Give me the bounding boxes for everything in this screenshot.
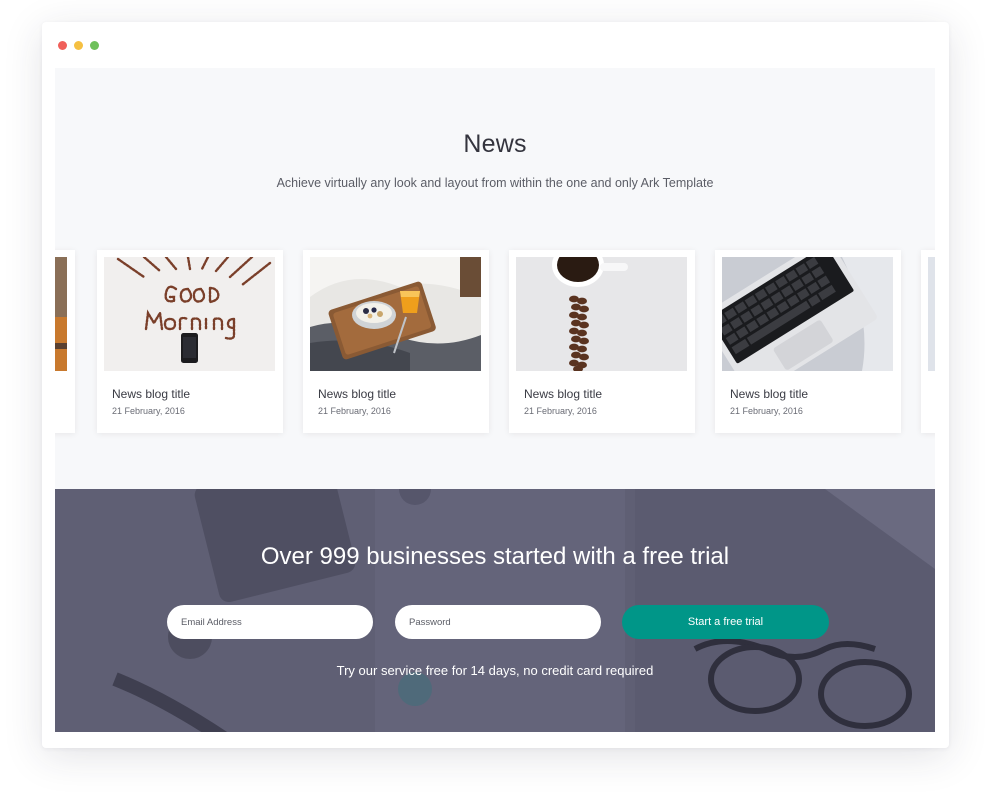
trial-section: Over 999 businesses started with a free … bbox=[55, 489, 935, 732]
news-card-image bbox=[928, 257, 935, 371]
news-card-image bbox=[722, 257, 893, 371]
news-card-image bbox=[310, 257, 481, 371]
news-card-date: 21 February, 2016 bbox=[318, 406, 391, 416]
news-card-title[interactable]: News blog title bbox=[318, 387, 396, 401]
trial-title: Over 999 businesses started with a free … bbox=[260, 543, 730, 570]
news-title: News bbox=[463, 130, 527, 158]
news-card-partial-left[interactable] bbox=[55, 250, 75, 433]
news-card[interactable]: News blog title 21 February, 2016 bbox=[715, 250, 901, 433]
trial-note: Try our service free for 14 days, no cre… bbox=[336, 663, 654, 678]
news-subtitle: Achieve virtually any look and layout fr… bbox=[276, 176, 714, 190]
news-card-date: 21 February, 2016 bbox=[730, 406, 803, 416]
close-dot-icon[interactable] bbox=[58, 41, 67, 50]
news-card-title[interactable]: News blog title bbox=[112, 387, 190, 401]
page-viewport: News Achieve virtually any look and layo… bbox=[55, 68, 935, 732]
news-card-title[interactable]: News blog title bbox=[524, 387, 602, 401]
news-card-image bbox=[516, 257, 687, 371]
news-card[interactable]: News blog title 21 February, 2016 bbox=[97, 250, 283, 433]
news-card-image bbox=[104, 257, 275, 371]
news-card-date: 21 February, 2016 bbox=[524, 406, 597, 416]
news-card[interactable]: News blog title 21 February, 2016 bbox=[509, 250, 695, 433]
news-card[interactable]: News blog title 21 February, 2016 bbox=[303, 250, 489, 433]
maximize-dot-icon[interactable] bbox=[90, 41, 99, 50]
news-card-partial-right[interactable] bbox=[921, 250, 935, 433]
email-field[interactable] bbox=[167, 605, 373, 639]
news-section: News Achieve virtually any look and layo… bbox=[55, 68, 935, 489]
news-card-image bbox=[55, 257, 67, 371]
minimize-dot-icon[interactable] bbox=[74, 41, 83, 50]
start-free-trial-button[interactable]: Start a free trial bbox=[622, 605, 829, 639]
news-card-title[interactable]: News blog title bbox=[730, 387, 808, 401]
news-card-date: 21 February, 2016 bbox=[112, 406, 185, 416]
password-field[interactable] bbox=[395, 605, 601, 639]
browser-window: News Achieve virtually any look and layo… bbox=[42, 22, 949, 748]
window-controls bbox=[58, 41, 99, 50]
